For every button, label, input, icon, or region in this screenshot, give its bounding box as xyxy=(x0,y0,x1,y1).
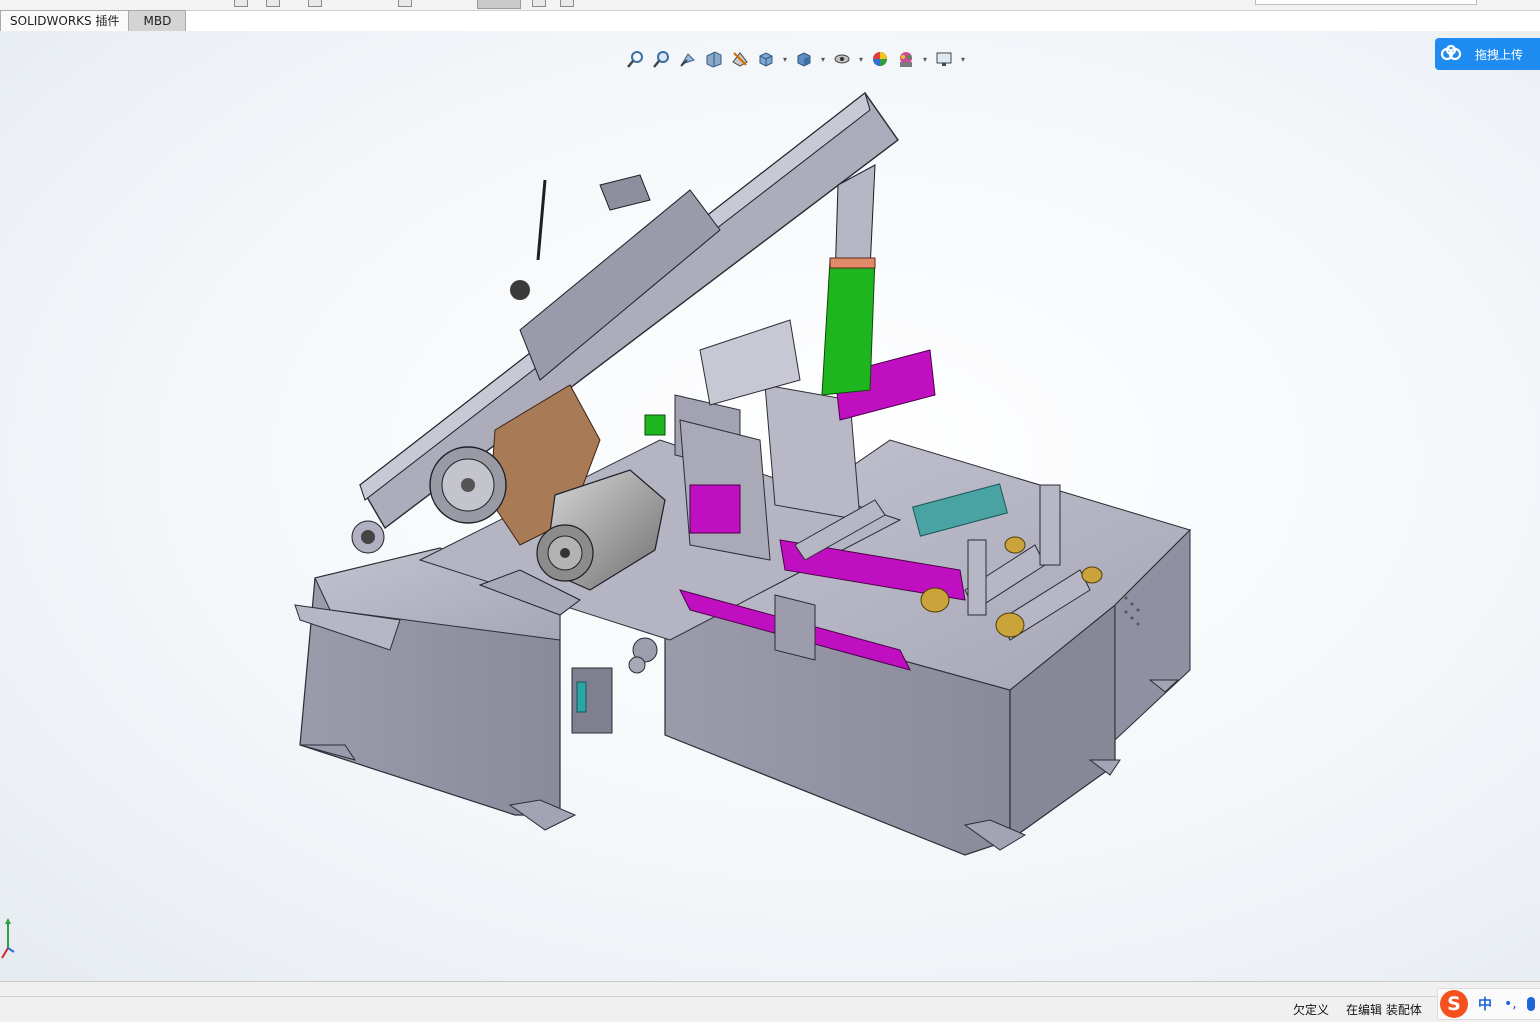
top-toolbar-remnant xyxy=(0,0,1540,11)
coordinate-triad-icon xyxy=(1,918,15,959)
command-manager-tabs: SOLIDWORKS 插件 MBD xyxy=(0,10,187,32)
toolbar-icon[interactable] xyxy=(234,0,248,7)
status-definition[interactable]: 欠定义 xyxy=(1293,1001,1329,1018)
status-divider xyxy=(0,996,1540,997)
microphone-icon[interactable] xyxy=(1526,997,1535,1011)
toolbar-icon[interactable] xyxy=(532,0,546,7)
toolbar-icon[interactable] xyxy=(308,0,322,7)
toolbar-icon[interactable] xyxy=(398,0,412,7)
ime-toolbar[interactable]: S 中 •, xyxy=(1437,988,1540,1020)
ime-punctuation[interactable]: •, xyxy=(1504,996,1517,1012)
tab-solidworks-addins[interactable]: SOLIDWORKS 插件 xyxy=(0,10,130,32)
status-bar: 欠定义 在编辑 装配体 S 中 •, xyxy=(0,981,1540,1022)
toolbar-icon[interactable] xyxy=(266,0,280,7)
sogou-logo-icon[interactable]: S xyxy=(1440,990,1468,1018)
toolbar-icon[interactable] xyxy=(560,0,574,7)
search-field[interactable] xyxy=(1255,0,1477,5)
sawing-machine-assembly-model[interactable] xyxy=(0,31,1540,981)
toolbar-selected-button[interactable] xyxy=(477,0,521,9)
status-mode: 在编辑 装配体 xyxy=(1346,1003,1422,1017)
graphics-area[interactable]: ▾ ▾ ▾ ▾ ▾ 拖拽上传 xyxy=(0,31,1540,981)
ime-language[interactable]: 中 xyxy=(1478,994,1492,1014)
tab-mbd[interactable]: MBD xyxy=(128,10,187,32)
